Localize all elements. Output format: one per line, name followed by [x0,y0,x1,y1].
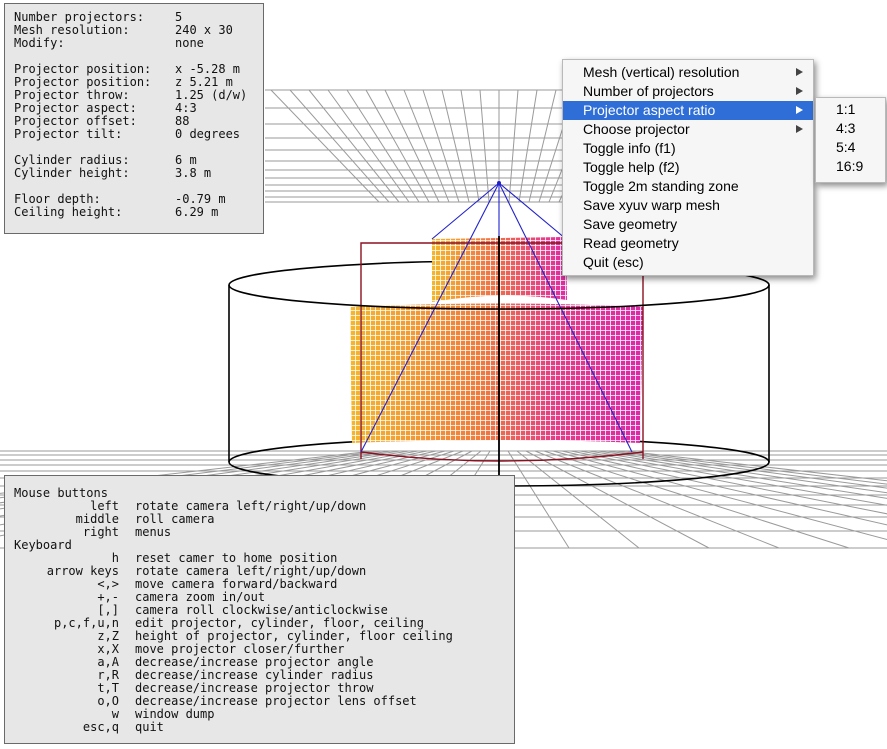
help-description: quit [135,720,164,734]
info-label: Modify: [14,36,65,50]
menu-item-toggle-2m-standing-zone[interactable]: Toggle 2m standing zone [563,177,813,196]
help-description: window dump [135,707,215,721]
info-value: 6.29 m [175,205,219,219]
grid-line [516,450,640,549]
info-value: none [175,36,204,50]
grid-line [534,450,780,549]
menu-item-label: Toggle 2m standing zone [583,178,739,194]
submenu-arrow-icon [796,106,803,114]
menu-item-save-geometry[interactable]: Save geometry [563,215,813,234]
submenu-item-16-9[interactable]: 16:9 [816,157,885,176]
help-row: right menus [14,526,514,539]
menu-item-read-geometry[interactable]: Read geometry [563,234,813,253]
keyboard-help-list: h reset camer to home position arrow keys r… [14,552,514,734]
submenu-item-4-3[interactable]: 4:3 [816,119,885,138]
menu-item-label: Save geometry [583,216,678,232]
menu-item-label: Mesh (vertical) resolution [583,64,740,80]
info-label: Projector tilt: [14,127,123,141]
grid-line [606,450,887,489]
menu-item-choose-projector[interactable]: Choose projector [563,120,813,139]
menu-item-label: Choose projector [583,121,690,137]
info-row: Ceiling height: 6.29 m [14,206,263,219]
menu-item-toggle-help-f2[interactable]: Toggle help (f2) [563,158,813,177]
aspect-ratio-submenu[interactable]: 1:1 4:3 5:4 16:9 [815,97,886,183]
menu-item-mesh-vertical-resolution[interactable]: Mesh (vertical) resolution [563,63,813,82]
info-value: 3.8 m [175,166,212,180]
menu-item-label: Number of projectors [583,83,714,99]
menu-item-toggle-info-f1[interactable]: Toggle info (f1) [563,139,813,158]
help-row: o,O decrease/increase projector lens offs… [14,695,514,708]
submenu-arrow-icon [796,68,803,76]
mouse-help-list: left rotate camera left/right/up/down midd… [14,500,514,539]
help-key: o,O [97,694,119,708]
info-label: Cylinder height: [14,166,130,180]
grid-line [561,450,887,526]
grid-line [507,450,570,549]
info-row: Cylinder height: 3.8 m [14,167,263,180]
menu-item-label: Save xyuv warp mesh [583,197,720,213]
help-description: menus [135,525,172,539]
info-label: Ceiling height: [14,205,123,219]
help-panel: Mouse buttons left rotate camera left/rig… [4,475,515,744]
submenu-arrow-icon [796,87,803,95]
help-row: esc,q quit [14,721,514,734]
info-row: Modify: none [14,37,263,50]
projected-mesh-main-grid [350,303,643,443]
menu-item-label: Read geometry [583,235,679,251]
menu-item-label: Projector aspect ratio [583,102,716,118]
info-panel: Number projectors: 5 Mesh resolution: 240 x… [4,3,264,234]
menu-item-save-xyuv-warp-mesh[interactable]: Save xyuv warp mesh [563,196,813,215]
menu-item-label: Toggle help (f2) [583,159,680,175]
help-key: esc,q [82,720,119,734]
menu-item-projector-aspect-ratio[interactable]: Projector aspect ratio [563,101,813,120]
submenu-item-1-1[interactable]: 1:1 [816,100,885,119]
menu-item-quit-esc[interactable]: Quit (esc) [563,253,813,272]
info-row: Projector tilt: 0 degrees [14,128,263,141]
projector-marker [497,181,501,185]
info-value: 0 degrees [175,127,241,141]
submenu-arrow-icon [796,125,803,133]
menu-item-number-of-projectors[interactable]: Number of projectors [563,82,813,101]
context-menu[interactable]: Mesh (vertical) resolution Number of proj… [562,59,814,276]
menu-item-label: Toggle info (f1) [583,140,676,156]
submenu-item-5-4[interactable]: 5:4 [816,138,885,157]
menu-item-label: Quit (esc) [583,254,644,270]
